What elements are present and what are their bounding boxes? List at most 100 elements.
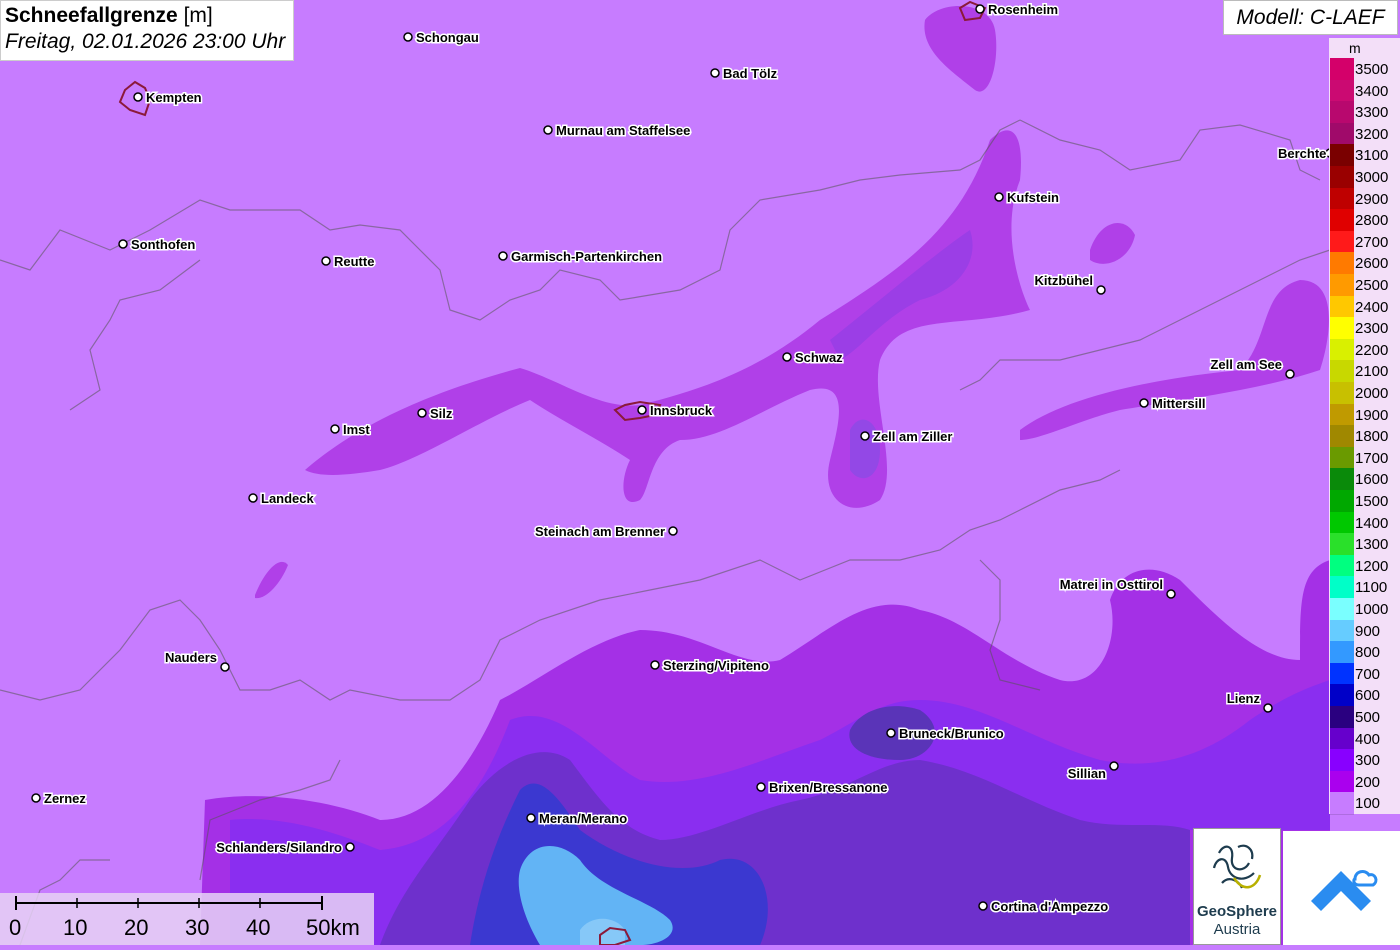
legend-row: 2500 [1329, 274, 1400, 297]
geosphere-emblem-icon [1212, 844, 1262, 889]
city-dot [994, 192, 1004, 202]
legend-swatch [1330, 468, 1354, 491]
city-label: Landeck [261, 491, 315, 506]
model-label: Modell: C-LAEF [1223, 0, 1398, 35]
city-marker: Schlanders/Silandro [215, 839, 355, 857]
city-dot [782, 352, 792, 362]
legend-label: 2900 [1355, 190, 1389, 208]
legend-swatch [1330, 727, 1354, 751]
legend-swatch [1330, 770, 1354, 794]
legend-row: 200 [1329, 770, 1400, 794]
city-dot [543, 125, 553, 135]
city-marker: Brixen/Bressanone [756, 779, 889, 797]
city-label: Schwaz [795, 350, 843, 365]
legend-swatch [1330, 490, 1354, 513]
city-label: Zernez [44, 791, 86, 806]
legend-swatch [1330, 101, 1354, 124]
legend-row: 2800 [1329, 209, 1400, 232]
legend-label: 1400 [1355, 514, 1389, 532]
legend-swatch [1330, 230, 1354, 254]
legend-row: 1900 [1329, 403, 1400, 427]
city-marker: Zell am Ziller [860, 428, 954, 446]
legend-label: 1900 [1355, 406, 1389, 424]
legend-row: 500 [1329, 706, 1400, 729]
legend-swatch [1330, 144, 1354, 167]
legend-swatch [1330, 166, 1354, 189]
legend-swatch [1330, 209, 1354, 232]
snowline-map: Rosenheim Schongau Kempten Bad Tölz Murnau a… [0, 0, 1400, 945]
legend-label: 1100 [1355, 579, 1388, 597]
city-dot [31, 793, 41, 803]
city-label: Bad Tölz [723, 66, 778, 81]
legend-row: 1700 [1329, 446, 1400, 470]
legend-row: 2300 [1329, 317, 1400, 340]
geosphere-country: Austria [1213, 921, 1261, 938]
color-legend: m 3500 3400 3300 3200 3100 3000 2900 2800 2700 26… [1329, 38, 1400, 815]
legend-label: 3400 [1355, 82, 1389, 100]
city-label: Zell am See [1210, 357, 1282, 372]
legend-label: 1800 [1355, 428, 1389, 446]
city-dot [1139, 398, 1149, 408]
legend-swatch [1330, 684, 1354, 707]
city-label: Reutte [334, 254, 374, 269]
city-dot [1263, 703, 1273, 713]
city-label: Matrei in Osttirol [1060, 577, 1163, 592]
city-marker: Schongau [403, 29, 480, 47]
legend-label: 2200 [1355, 341, 1389, 359]
legend-swatch [1330, 598, 1354, 621]
legend-label: 3200 [1355, 125, 1389, 143]
legend-label: 500 [1355, 709, 1381, 726]
city-marker: Murnau am Staffelsee [543, 122, 692, 140]
city-label: Sonthofen [131, 237, 195, 252]
city-dot [1096, 285, 1106, 295]
city-label: Lienz [1227, 691, 1261, 706]
legend-swatch [1330, 382, 1354, 405]
city-dot [1285, 369, 1295, 379]
city-dot [345, 842, 355, 852]
legend-label: 1600 [1355, 471, 1389, 489]
legend-row: 1200 [1329, 554, 1400, 578]
legend-swatch [1330, 446, 1354, 470]
legend-row: 1300 [1329, 533, 1400, 556]
city-dot [118, 239, 128, 249]
city-dot [886, 728, 896, 738]
city-dot [668, 526, 678, 536]
legend-unit: m [1349, 40, 1361, 56]
city-label: Murnau am Staffelsee [556, 123, 690, 138]
city-label: Garmisch-Partenkirchen [511, 249, 662, 264]
provider-logo[interactable] [1283, 831, 1400, 945]
city-label: Sillian [1068, 766, 1106, 781]
geosphere-name: GeoSphere [1196, 903, 1278, 920]
legend-row: 800 [1329, 641, 1400, 664]
city-dot [417, 408, 427, 418]
legend-row: 2000 [1329, 382, 1400, 405]
legend-row: 1800 [1329, 425, 1400, 448]
city-label: Meran/Merano [539, 811, 627, 826]
city-label: Berchte [1278, 146, 1326, 161]
legend-swatch [1330, 338, 1354, 362]
legend-row: 3000 [1329, 166, 1400, 189]
city-dot [756, 782, 766, 792]
legend-row: 900 [1329, 619, 1400, 643]
scale-label-50km: 50km [306, 915, 360, 940]
city-dot [1166, 589, 1176, 599]
map-datetime: Freitag, 02.01.2026 23:00 Uhr [5, 30, 286, 53]
scale-label-30: 30 [185, 915, 210, 940]
city-marker: Steinach am Brenner [533, 523, 678, 541]
legend-swatch [1330, 792, 1354, 815]
scale-label-0: 0 [9, 915, 22, 940]
city-marker: Sterzing/Vipiteno [650, 657, 770, 675]
legend-swatch [1330, 706, 1354, 729]
legend-label: 800 [1355, 644, 1381, 662]
legend-label: 1500 [1355, 493, 1389, 510]
legend-label: 2400 [1355, 298, 1389, 316]
legend-row: 2700 [1329, 230, 1400, 254]
legend-swatch [1330, 79, 1354, 103]
legend-row: 3500 [1329, 58, 1400, 81]
city-dot [321, 256, 331, 266]
geosphere-logo[interactable]: GeoSphere Austria [1193, 828, 1281, 945]
city-label: Imst [343, 422, 370, 437]
legend-label: 2300 [1355, 320, 1389, 338]
legend-swatch [1330, 425, 1354, 448]
city-label: Zell am Ziller [873, 429, 952, 444]
